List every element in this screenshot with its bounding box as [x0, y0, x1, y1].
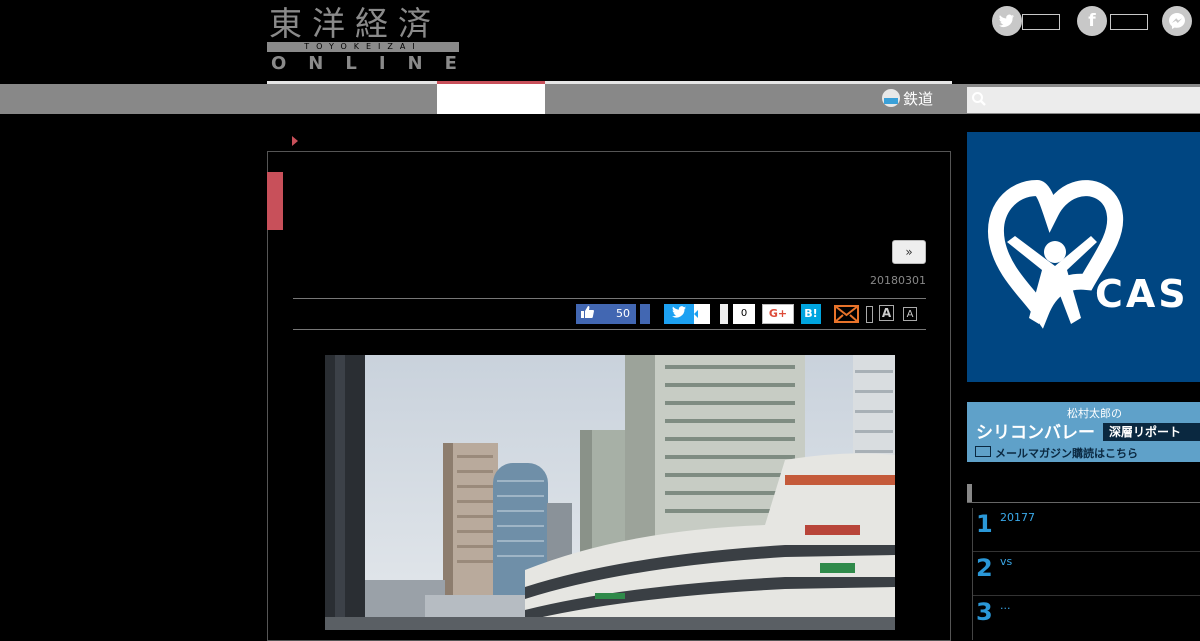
messenger-button[interactable]	[1162, 6, 1192, 36]
ranking-item[interactable]: 1 20177	[972, 508, 1200, 552]
ad-line2: シリコンバレー	[976, 423, 1095, 443]
article-photo	[325, 355, 895, 630]
nav-tetsudo-label: 鉄道	[903, 90, 934, 108]
mail-icon[interactable]	[834, 305, 859, 323]
train-icon	[882, 89, 900, 107]
logo-sub: TOYOKEIZAI	[304, 42, 422, 51]
twitter-follow-button[interactable]	[992, 6, 1060, 36]
ad-badge: 深層リポート	[1103, 423, 1200, 441]
ranking-item[interactable]: 2 vs	[972, 552, 1200, 596]
thumbs-up-icon	[581, 304, 594, 324]
rank-title[interactable]: 20177	[1000, 511, 1035, 524]
breadcrumb-arrow-icon	[292, 136, 298, 146]
ad-line3: メールマガジン購読はこちら	[995, 447, 1138, 460]
facebook-count	[1110, 14, 1148, 30]
like-count: 50	[616, 307, 630, 320]
article-date: 20180301	[870, 274, 926, 287]
tweet-button[interactable]	[664, 304, 694, 324]
twitter-icon	[992, 6, 1022, 36]
ad-banner-large[interactable]: CAS	[967, 132, 1200, 382]
twitter-icon	[672, 306, 686, 321]
twitter-count	[1022, 14, 1060, 30]
logo-online: ONLINE	[271, 53, 479, 74]
site-logo[interactable]: 東洋経済 TOYOKEIZAI ONLINE	[267, 4, 459, 74]
messenger-icon	[1162, 6, 1192, 36]
search-icon[interactable]	[971, 91, 987, 107]
ad-big-text: CAS	[1095, 272, 1189, 316]
next-page-button[interactable]: »	[892, 240, 926, 264]
rank-number: 2	[976, 554, 993, 582]
nav-tab-active[interactable]	[437, 84, 545, 114]
print-button[interactable]	[866, 306, 873, 323]
facebook-share-button[interactable]	[640, 304, 650, 324]
google-plus-button[interactable]: G+	[762, 304, 794, 324]
facebook-icon: f	[1077, 6, 1107, 36]
title-accent-bar	[267, 172, 283, 230]
rank-title[interactable]: vs	[1000, 555, 1012, 568]
rank-title[interactable]: ...	[1000, 599, 1011, 612]
rank-number: 1	[976, 510, 993, 538]
logo-kanji: 東洋経済	[269, 4, 441, 43]
ranking-item[interactable]: 3 ...	[972, 596, 1200, 640]
pocket-count: 0	[733, 304, 755, 324]
hatena-bookmark-button[interactable]: B!	[801, 304, 821, 324]
facebook-like-share-button[interactable]: 50	[576, 304, 636, 324]
facebook-like-button[interactable]: f	[1077, 6, 1153, 36]
pocket-button[interactable]	[720, 304, 728, 324]
font-size-large-button[interactable]: A	[879, 305, 894, 321]
tweet-count	[694, 304, 710, 324]
rank-number: 3	[976, 598, 993, 626]
heart-figure-logo-icon	[987, 179, 1124, 329]
mail-icon	[975, 446, 991, 457]
ad-banner-newsletter[interactable]: 松村太郎の シリコンバレー 深層リポート メールマガジン購読はこちら	[967, 402, 1200, 462]
divider	[293, 329, 926, 330]
font-size-small-button[interactable]: A	[903, 307, 917, 321]
search-input[interactable]	[967, 87, 1200, 113]
ranking-header	[967, 484, 1200, 503]
divider	[293, 298, 926, 299]
logo-bar: TOYOKEIZAI	[267, 42, 459, 52]
ranking-header-marker	[967, 484, 972, 502]
nav-tab-tetsudo[interactable]: 鉄道	[882, 87, 933, 111]
